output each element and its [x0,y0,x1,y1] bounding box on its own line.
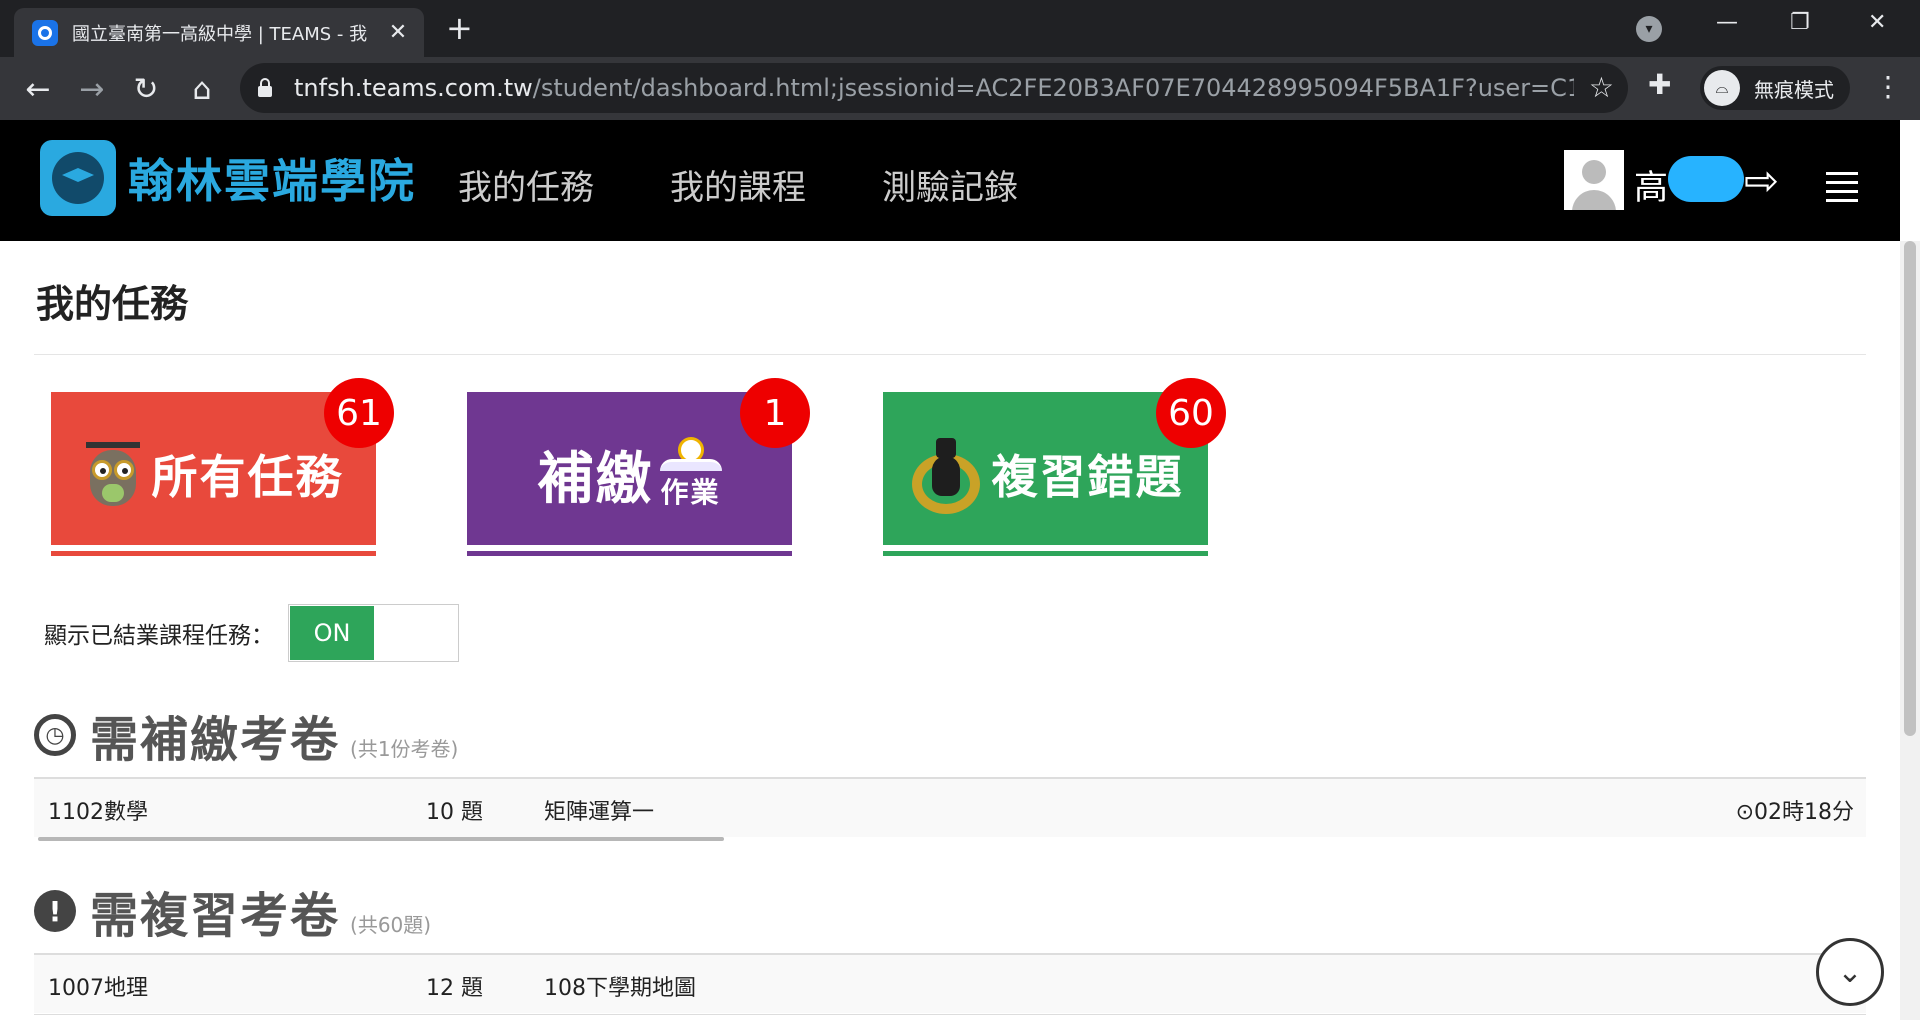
table-row[interactable]: 1102數學 10 題 矩陣運算一 ⊙02時18分 [34,779,1866,837]
lightbulb-icon [908,432,984,516]
tab-search-icon[interactable]: ▾ [1636,16,1662,42]
time-remaining: ⊙02時18分 [1735,800,1854,825]
section-makeup-header: ◷ 需補繳考卷 (共1份考卷) [34,700,458,770]
clock-book-icon [659,437,722,471]
user-name: 高 [1634,168,1668,208]
site-logo[interactable]: 翰林雲端學院 [40,140,416,216]
site-favicon-icon [32,19,58,46]
site-header: 翰林雲端學院 我的任務 我的課程 測驗記錄 高 ⇨ [0,120,1900,241]
exam-name: 108下學期地圖 [544,976,696,1001]
divider [34,1014,1866,1015]
logo-text: 翰林雲端學院 [128,154,416,208]
url-text: tnfsh.teams.com.tw/student/dashboard.htm… [294,74,1574,102]
section-count: (共1份考卷) [350,737,459,761]
page-scrollbar[interactable] [1900,241,1920,1020]
back-icon[interactable]: ← [18,69,58,109]
browser-menu-icon[interactable]: ⋮ [1874,70,1902,103]
tab-close-icon[interactable]: ✕ [384,20,412,45]
lock-icon [258,77,272,97]
bookmark-star-icon[interactable]: ☆ [1589,71,1614,104]
page-title: 我的任務 [36,282,189,326]
extensions-icon[interactable]: ✚ [1648,68,1671,101]
card-label: 補繳 [537,446,654,512]
home-icon[interactable]: ⌂ [182,69,222,109]
section-title: 需補繳考卷 [90,712,341,768]
count-badge: 1 [740,378,810,448]
divider [34,354,1866,355]
course-name: 1102數學 [48,800,148,825]
question-count: 10 題 [426,800,483,825]
scroll-thumb[interactable] [1904,241,1916,736]
section-title: 需複習考卷 [90,888,341,944]
browser-tab[interactable]: 國立臺南第一高級中學 | TEAMS - 我 ✕ [14,8,424,57]
new-tab-icon[interactable]: + [446,12,473,44]
graduation-cap-icon [40,140,116,216]
card-label: 複習錯題 [991,450,1184,504]
avatar[interactable] [1564,150,1624,210]
card-label: 所有任務 [151,450,344,504]
incognito-icon: ⌓ [1704,70,1740,106]
redaction-mark [38,837,724,841]
card-sublabel: 作業 [660,476,721,509]
scroll-down-icon[interactable]: ⌄ [1816,938,1884,1006]
incognito-indicator[interactable]: ⌓ 無痕模式 [1700,66,1850,110]
browser-tabstrip: 國立臺南第一高級中學 | TEAMS - 我 ✕ + ▾ — ❐ ✕ [0,0,1920,57]
incognito-label: 無痕模式 [1754,77,1834,102]
minimize-icon[interactable]: — [1716,10,1738,35]
restore-icon[interactable]: ❐ [1790,10,1810,35]
section-review-header: ! 需複習考卷 (共60題) [34,876,431,946]
section-count: (共60題) [350,913,432,937]
question-count: 12 題 [426,976,483,1001]
address-bar[interactable]: tnfsh.teams.com.tw/student/dashboard.htm… [240,63,1628,113]
toggle-label: 顯示已結業課程任務： [44,623,274,649]
browser-toolbar: ← → ↻ ⌂ tnfsh.teams.com.tw/student/dashb… [0,57,1920,120]
nav-test-records[interactable]: 測驗記錄 [882,160,1018,209]
reload-icon[interactable]: ↻ [126,69,166,109]
hamburger-menu-icon[interactable] [1826,172,1858,208]
exclamation-icon: ! [34,890,76,932]
table-row[interactable]: 1007地理 12 題 108下學期地圖 [34,955,1866,1013]
owl-icon [84,442,142,506]
logout-icon[interactable]: ⇨ [1744,156,1779,205]
show-finished-toggle[interactable]: ON [288,604,459,662]
nav-my-courses[interactable]: 我的課程 [670,160,806,209]
tab-title: 國立臺南第一高級中學 | TEAMS - 我 [72,23,368,45]
count-badge: 61 [324,378,394,448]
count-badge: 60 [1156,378,1226,448]
forward-icon[interactable]: → [72,69,112,109]
course-name: 1007地理 [48,976,148,1001]
close-window-icon[interactable]: ✕ [1868,10,1886,35]
clock-icon: ◷ [34,714,76,756]
toggle-state: ON [290,606,374,660]
redaction-mark [1668,156,1744,202]
exam-name: 矩陣運算一 [544,800,655,825]
nav-my-tasks[interactable]: 我的任務 [458,160,594,209]
